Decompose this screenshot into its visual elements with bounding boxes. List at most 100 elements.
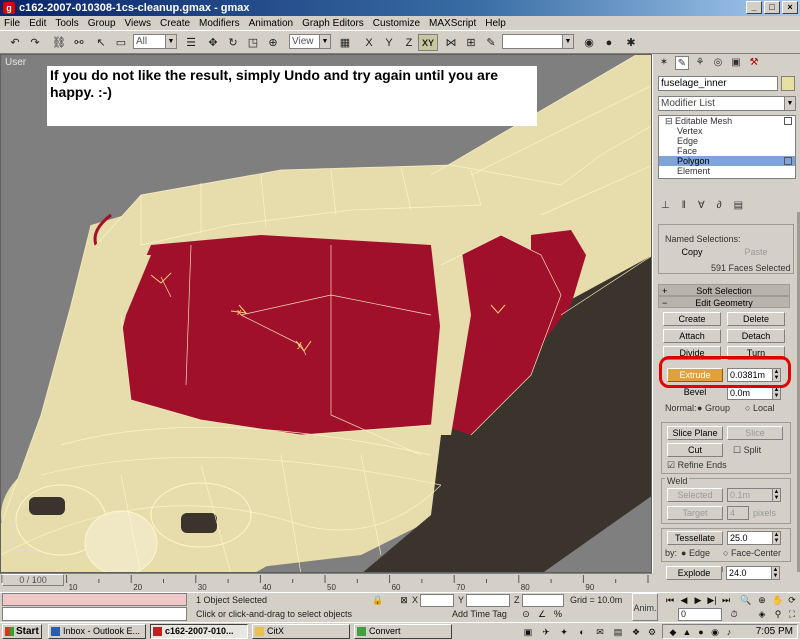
utilities-tab-icon[interactable]: ⚒	[747, 56, 761, 70]
menu-graph-editors[interactable]: Graph Editors	[298, 18, 369, 29]
weld-selected-button[interactable]: Selected	[667, 488, 723, 502]
normal-group-radio[interactable]: ● Group	[697, 403, 730, 413]
absolute-mode-icon[interactable]: ⊠	[398, 594, 410, 606]
modifier-list-dropdown[interactable]: Modifier List ▼	[658, 96, 796, 111]
time-config-icon[interactable]: ⏱	[728, 608, 740, 620]
z-coordinate-field[interactable]	[522, 594, 564, 607]
object-name-field[interactable]: fuselage_inner	[658, 76, 778, 91]
restrict-z-icon[interactable]: Z	[400, 34, 418, 51]
by-face-center-radio[interactable]: ○ Face-Center	[723, 548, 781, 558]
detach-button[interactable]: Detach	[727, 329, 785, 343]
menu-animation[interactable]: Animation	[245, 18, 298, 29]
display-tab-icon[interactable]: ▣	[729, 56, 743, 70]
menu-create[interactable]: Create	[156, 18, 195, 29]
restrict-y-icon[interactable]: Y	[380, 34, 398, 51]
quicklaunch-icon-7[interactable]: ❖	[630, 626, 642, 638]
prev-frame-icon[interactable]: ◀	[678, 594, 690, 606]
viewport-label[interactable]: User	[5, 57, 26, 68]
slice-plane-button[interactable]: Slice Plane	[667, 426, 723, 440]
pan-icon[interactable]: ✋	[772, 594, 784, 606]
stack-item-polygon[interactable]: Polygon	[659, 156, 795, 166]
create-tab-icon[interactable]: ✶	[657, 56, 671, 70]
weld-threshold-spinner[interactable]: 0.1m ▲ ▼	[727, 488, 781, 502]
maxscript-listener-output[interactable]	[2, 593, 187, 606]
y-coordinate-field[interactable]	[466, 594, 510, 607]
align-icon[interactable]: ⊞	[462, 34, 480, 51]
min-max-toggle-icon[interactable]: ⛶	[786, 608, 798, 620]
go-to-end-icon[interactable]: ⏭	[720, 594, 732, 606]
configure-sets-icon[interactable]: ▤	[734, 200, 743, 211]
minimize-button[interactable]: _	[746, 1, 762, 14]
ref-coord-dropdown[interactable]: View ▼	[289, 34, 331, 49]
add-time-tag-button[interactable]: Add Time Tag	[452, 609, 507, 619]
menu-maxscript[interactable]: MAXScript	[425, 18, 481, 29]
make-unique-icon[interactable]: ∀	[698, 200, 705, 211]
redo-icon[interactable]: ↷	[26, 34, 44, 51]
weld-target-button[interactable]: Target	[667, 506, 723, 520]
by-edge-radio[interactable]: ● Edge	[681, 548, 710, 558]
refine-ends-checkbox[interactable]: ☑ Refine Ends	[667, 460, 727, 471]
task-citx[interactable]: CitX	[252, 624, 350, 639]
object-color-swatch[interactable]	[781, 76, 795, 91]
normal-local-radio[interactable]: ○ Local	[745, 403, 774, 413]
quicklaunch-icon-5[interactable]: ✉	[594, 626, 606, 638]
stack-item-edge[interactable]: Edge	[659, 136, 795, 146]
quick-render-icon[interactable]: ✱	[622, 34, 640, 51]
split-checkbox[interactable]: ☐ Split	[733, 445, 761, 456]
walk-icon[interactable]: ⚲	[772, 608, 784, 620]
bevel-button[interactable]: Bevel	[667, 386, 723, 400]
volume-icon[interactable]: ♪	[723, 626, 735, 638]
delete-button[interactable]: Delete	[727, 312, 785, 326]
quicklaunch-icon-1[interactable]: ▣	[522, 626, 534, 638]
selection-filter-dropdown[interactable]: All ▼	[133, 34, 177, 49]
hierarchy-tab-icon[interactable]: ⚘	[693, 56, 707, 70]
move-icon[interactable]: ✥	[204, 34, 222, 51]
select-object-icon[interactable]: ↖	[92, 34, 110, 51]
explode-angle-spinner[interactable]: 24.0 ▲ ▼	[726, 566, 780, 580]
modify-tab-icon[interactable]: ✎	[675, 56, 689, 70]
attach-button[interactable]: Attach	[663, 329, 721, 343]
use-center-icon[interactable]: ▦	[336, 34, 354, 51]
tray-icon-1[interactable]: ◆	[667, 626, 679, 638]
task-outlook[interactable]: Inbox - Outlook E...	[48, 624, 146, 639]
bevel-amount-spinner[interactable]: 0.0m ▲ ▼	[727, 386, 781, 400]
stack-item-element[interactable]: Element	[659, 166, 795, 176]
slice-button[interactable]: Slice	[727, 426, 783, 440]
remove-modifier-icon[interactable]: ∂	[717, 200, 722, 211]
stack-item-editable-mesh[interactable]: ⊟ Editable Mesh	[659, 116, 795, 126]
maxscript-listener-input[interactable]	[2, 607, 187, 621]
menu-modifiers[interactable]: Modifiers	[195, 18, 245, 29]
pin-stack-icon[interactable]: ⊥	[661, 200, 670, 211]
zoom-icon[interactable]: 🔍	[740, 594, 752, 606]
snaps-toggle-icon[interactable]: ⊙	[520, 608, 532, 620]
quicklaunch-icon-8[interactable]: ⚙	[646, 626, 658, 638]
task-convert[interactable]: Convert	[354, 624, 452, 639]
go-to-start-icon[interactable]: ⏮	[664, 594, 676, 606]
lock-selection-icon[interactable]: 🔒	[372, 594, 384, 606]
tessellate-tension-spinner[interactable]: 25.0 ▲ ▼	[727, 531, 781, 545]
maximize-button[interactable]: □	[764, 1, 780, 14]
tray-icon-2[interactable]: ▲	[681, 626, 693, 638]
menu-tools[interactable]: Tools	[51, 18, 83, 29]
zoom-all-icon[interactable]: ⊕	[756, 594, 768, 606]
stack-item-face[interactable]: Face	[659, 146, 795, 156]
tray-icon-4[interactable]: ◉	[709, 626, 721, 638]
menu-edit[interactable]: Edit	[25, 18, 51, 29]
unlink-icon[interactable]: ⚯	[70, 34, 88, 51]
quicklaunch-icon-3[interactable]: ✦	[558, 626, 570, 638]
menu-help[interactable]: Help	[481, 18, 511, 29]
mirror-icon[interactable]: ⋈	[442, 34, 460, 51]
stack-item-vertex[interactable]: Vertex	[659, 126, 795, 136]
percent-snap-icon[interactable]: %	[552, 608, 564, 620]
material-editor-icon[interactable]: ◉	[580, 34, 598, 51]
quicklaunch-icon-2[interactable]: ✈	[540, 626, 552, 638]
rotate-icon[interactable]: ↻	[224, 34, 242, 51]
pivot-icon[interactable]: ⊕	[264, 34, 282, 51]
menu-group[interactable]: Group	[84, 18, 121, 29]
copy-button[interactable]: Copy	[663, 246, 721, 260]
tray-icon-3[interactable]: ●	[695, 626, 707, 638]
current-frame-field[interactable]: 0	[678, 608, 722, 621]
named-selection-dropdown[interactable]: ▼	[502, 34, 574, 49]
quicklaunch-icon-4[interactable]: ◐	[576, 626, 588, 638]
start-button[interactable]: Start	[2, 624, 42, 639]
